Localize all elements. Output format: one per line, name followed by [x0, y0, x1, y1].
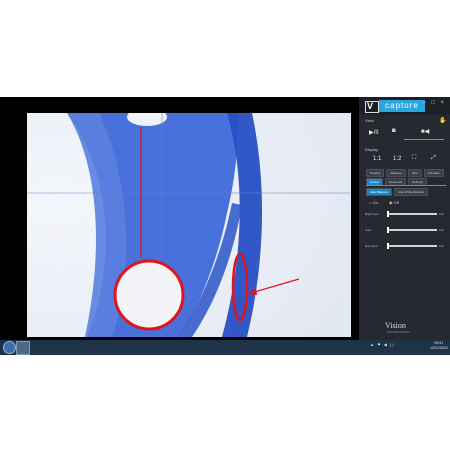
tab-grid[interactable]: Grid	[408, 169, 422, 177]
speed-slider-track[interactable]	[404, 139, 444, 140]
play-pause-button[interactable]: ▶/II	[369, 129, 379, 136]
brand-name: capture	[379, 100, 425, 112]
tab-row-1: Overlay Measure Grid Annotate	[366, 169, 444, 177]
microscope-image	[27, 113, 351, 337]
system-tray-icons[interactable]: ▲ ⚑ ◀ ))	[370, 342, 395, 347]
exposure-slider[interactable]	[387, 243, 437, 249]
panel-titlebar: V capture – □ ×	[359, 97, 450, 115]
radio-on-label: On	[372, 200, 378, 205]
radio-on[interactable]: ○ On	[369, 200, 378, 205]
v-logo: V	[365, 101, 379, 113]
auto-white-balance-button[interactable]: Auto White Balance	[393, 188, 429, 196]
radio-off[interactable]: ◉ Off	[389, 200, 399, 205]
camera-snapshot-icon[interactable]: ◙	[392, 128, 396, 134]
exposure-value: 100	[439, 244, 445, 248]
exposure-thumb[interactable]	[387, 243, 389, 249]
logo-letter: V	[367, 101, 374, 111]
tab-measure[interactable]: Measure	[386, 169, 407, 177]
monitor-screen: V capture – □ × View ✋ ▶/II ◙ ■◀ Display…	[0, 97, 450, 355]
start-button[interactable]	[3, 341, 16, 354]
brightness-thumb[interactable]	[387, 211, 389, 217]
view-section-label: View	[365, 118, 374, 123]
radio-off-label: Off	[393, 200, 399, 205]
microscope-image-viewer[interactable]	[27, 113, 351, 337]
zoom-1-2-button[interactable]: 1:2	[393, 156, 401, 162]
video-record-icon[interactable]: ■◀	[421, 128, 429, 135]
vision-logo-subtitle: ENGINEERING	[387, 331, 411, 334]
highlight-circle	[113, 259, 185, 331]
gain-slider[interactable]	[387, 227, 437, 233]
brightness-value: 100	[439, 212, 445, 216]
windows-taskbar: ▲ ⚑ ◀ )) 09:41 12/12/2016	[0, 340, 450, 355]
tab-overlay[interactable]: Overlay	[366, 169, 385, 177]
taskbar-app-icon[interactable]	[16, 341, 30, 355]
zoom-1-1-button[interactable]: 1:1	[373, 156, 381, 162]
tab-row-3: Auto Balance Auto White Balance	[366, 188, 429, 196]
window-controls[interactable]: – □ ×	[422, 100, 446, 106]
brightness-slider[interactable]	[387, 211, 437, 217]
display-section-label: Display	[365, 147, 379, 152]
gain-value: 100	[439, 228, 445, 232]
auto-balance-button[interactable]: Auto Balance	[366, 188, 392, 196]
exposure-label: Exposure	[365, 244, 378, 248]
brightness-label: Brightness	[365, 212, 380, 216]
capture-control-panel: V capture – □ × View ✋ ▶/II ◙ ■◀ Display…	[359, 97, 450, 355]
taskbar-clock[interactable]: 09:41 12/12/2016	[430, 341, 448, 351]
gain-thumb[interactable]	[387, 227, 389, 233]
fullscreen-icon[interactable]: ⤢	[431, 155, 436, 162]
gain-label: Gain	[365, 228, 372, 232]
tab-underline	[366, 185, 446, 186]
clock-date: 12/12/2016	[430, 346, 448, 350]
tab-row-2: Colour Focus Aid Settings	[366, 178, 427, 186]
hand-tool-icon[interactable]: ✋	[439, 117, 446, 124]
tab-annotate[interactable]: Annotate	[423, 169, 444, 177]
fit-screen-icon[interactable]: ⛶	[412, 155, 416, 162]
vision-logo: Vision	[385, 321, 406, 330]
